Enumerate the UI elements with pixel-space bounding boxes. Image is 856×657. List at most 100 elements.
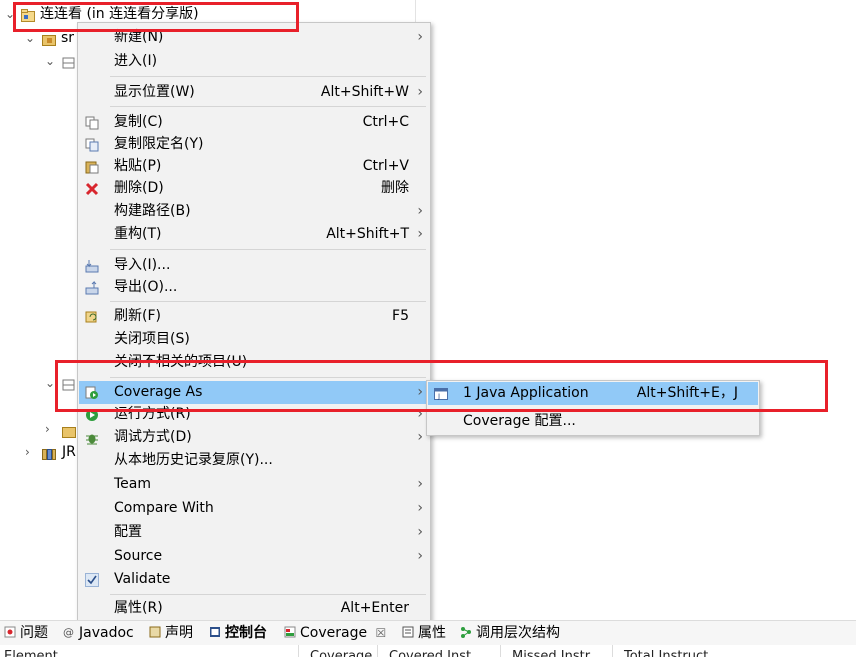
menu-item-label: 构建路径(B) (114, 203, 191, 219)
menu-item-compare-with[interactable]: Compare With › (79, 497, 429, 520)
menu-item-accelerator: 删除 (381, 180, 409, 196)
tab-label: 属性 (418, 625, 446, 641)
menu-item-accelerator: F5 (392, 308, 409, 324)
menu-item-label: 导出(O)... (114, 279, 178, 295)
menu-separator (110, 301, 426, 302)
column-divider (298, 645, 299, 657)
problems-icon (4, 624, 16, 638)
menu-item-accelerator: Alt+Enter (340, 600, 409, 616)
chevron-right-icon: › (417, 84, 423, 100)
menu-item-debug-as[interactable]: 调试方式(D) › (79, 426, 429, 449)
copy-icon (85, 115, 99, 130)
tab-console[interactable]: 控制台 (209, 623, 267, 643)
tab-declaration[interactable]: 声明 (149, 623, 193, 643)
source-folder-icon (42, 31, 56, 46)
tab-call-hierarchy[interactable]: 调用层次结构 (460, 623, 560, 643)
menu-item-go-into[interactable]: 进入(I) (79, 50, 429, 73)
menu-item-accelerator: Alt+Shift+T (326, 226, 409, 242)
menu-item-copy[interactable]: 复制(C) Ctrl+C (79, 111, 429, 134)
menu-item-label: 从本地历史记录复原(Y)... (114, 452, 273, 468)
column-header-element[interactable]: Element (4, 649, 58, 657)
folder-icon (62, 423, 76, 438)
menu-item-label: Source (114, 548, 163, 564)
chevron-right-icon: › (417, 29, 423, 45)
menu-item-import[interactable]: 导入(I)... (79, 254, 429, 277)
chevron-right-icon: › (417, 548, 423, 564)
menu-item-label: Compare With (114, 500, 214, 516)
debug-bug-icon (85, 430, 99, 445)
menu-item-delete[interactable]: 删除(D) 删除 (79, 177, 429, 200)
menu-item-configure[interactable]: 配置 › (79, 521, 429, 544)
coverage-tab-icon (284, 624, 296, 638)
menu-item-refresh[interactable]: 刷新(F) F5 (79, 305, 429, 328)
paste-icon (85, 159, 99, 174)
menu-item-source[interactable]: Source › (79, 545, 429, 568)
tree-item-folder[interactable]: › (0, 418, 80, 440)
view-tab-bar: 问题 @ Javadoc 声明 控制台 Coverage ☒ 属性 调用层次结构 (0, 620, 856, 645)
tab-javadoc[interactable]: @ Javadoc (63, 623, 134, 643)
close-icon[interactable]: ☒ (376, 626, 387, 640)
chevron-right-icon[interactable]: › (45, 418, 50, 440)
menu-item-build-path[interactable]: 构建路径(B) › (79, 200, 429, 223)
import-icon (85, 258, 99, 273)
menu-item-close-project[interactable]: 关闭项目(S) (79, 328, 429, 351)
properties-icon (402, 624, 414, 638)
tab-problems[interactable]: 问题 (4, 623, 48, 643)
refresh-icon (85, 309, 99, 323)
menu-item-label: 刷新(F) (114, 308, 161, 324)
coverage-table-header: Element Coverage Covered Inst... Missed … (0, 645, 856, 657)
menu-separator (110, 594, 426, 595)
menu-item-paste[interactable]: 粘贴(P) Ctrl+V (79, 155, 429, 178)
tree-item-jre[interactable]: › JR (0, 441, 80, 463)
tab-label: 问题 (20, 625, 48, 641)
tab-label: 调用层次结构 (476, 625, 560, 641)
at-sign-icon: @ (63, 624, 75, 639)
tab-label: 控制台 (225, 625, 267, 641)
menu-item-label: 粘贴(P) (114, 158, 162, 174)
menu-separator (110, 106, 426, 107)
menu-item-accelerator: Ctrl+V (362, 158, 409, 174)
menu-item-team[interactable]: Team › (79, 473, 429, 496)
tree-item-package[interactable]: ⌄ (0, 50, 80, 72)
chevron-right-icon[interactable]: › (25, 441, 30, 463)
chevron-down-icon[interactable]: ⌄ (45, 372, 55, 394)
menu-item-label: 导入(I)... (114, 257, 171, 273)
menu-item-restore-history[interactable]: 从本地历史记录复原(Y)... (79, 449, 429, 472)
menu-item-label: 关闭项目(S) (114, 331, 190, 347)
menu-item-validate[interactable]: Validate (79, 568, 429, 591)
submenu-item-coverage-config[interactable]: Coverage 配置... (428, 410, 758, 433)
package-icon (62, 55, 76, 69)
menu-item-refactor[interactable]: 重构(T) Alt+Shift+T › (79, 223, 429, 246)
menu-item-label: Team (114, 476, 152, 492)
column-header-missed[interactable]: Missed Instr... (512, 649, 601, 657)
tab-coverage[interactable]: Coverage ☒ (284, 623, 386, 643)
column-header-coverage[interactable]: Coverage (310, 649, 372, 657)
tab-label: 声明 (165, 625, 193, 641)
menu-separator (110, 249, 426, 250)
tab-label: Javadoc (79, 625, 134, 641)
menu-item-label: 配置 (114, 524, 142, 540)
svg-text:@: @ (63, 626, 74, 638)
chevron-right-icon: › (417, 500, 423, 516)
submenu-item-label: Coverage 配置... (463, 413, 576, 429)
column-header-total[interactable]: Total Instruct... (624, 649, 721, 657)
menu-item-label: 属性(R) (114, 600, 163, 616)
menu-item-copy-qualified-name[interactable]: 复制限定名(Y) (79, 133, 429, 156)
tab-properties[interactable]: 属性 (402, 623, 446, 643)
menu-separator (110, 76, 426, 77)
context-menu: 新建(N) › 进入(I) 显示位置(W) Alt+Shift+W › 复制(C… (77, 22, 431, 622)
tab-label: Coverage (300, 625, 368, 641)
checkmark-icon (85, 572, 99, 587)
menu-item-label: 调试方式(D) (114, 429, 192, 445)
chevron-right-icon: › (417, 476, 423, 492)
menu-item-label: 复制(C) (114, 114, 163, 130)
jre-label: JR (62, 444, 76, 460)
menu-item-properties[interactable]: 属性(R) Alt+Enter (79, 597, 429, 620)
column-divider (612, 645, 613, 657)
menu-item-export[interactable]: 导出(O)... (79, 276, 429, 299)
menu-item-label: 显示位置(W) (114, 84, 195, 100)
chevron-right-icon: › (417, 226, 423, 242)
menu-item-show-in[interactable]: 显示位置(W) Alt+Shift+W › (79, 81, 429, 104)
column-header-covered[interactable]: Covered Inst... (389, 649, 484, 657)
chevron-down-icon[interactable]: ⌄ (45, 50, 55, 72)
